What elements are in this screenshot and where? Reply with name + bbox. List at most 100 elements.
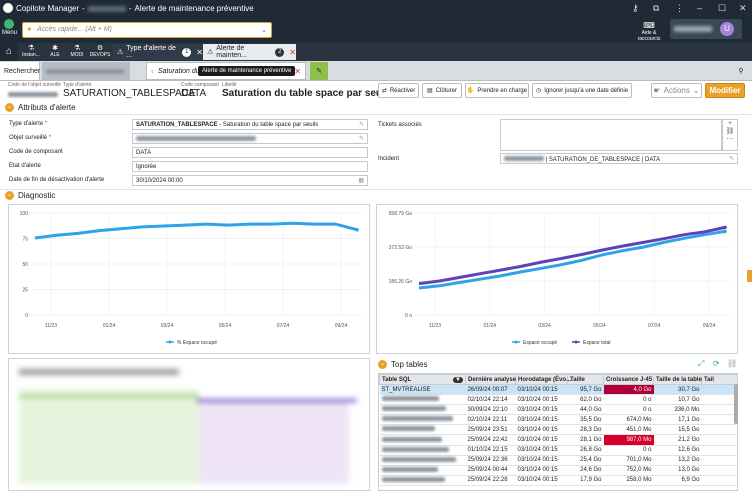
close-nav-tab-icon[interactable]: ✕ [294, 67, 301, 76]
table-row[interactable]: 01/10/24 22:15 03/10/24 00:15 26,8 Go 0 o 12… [379, 445, 737, 456]
doc-tab-type-alerte[interactable]: ⚠ Type d'alerte de ... 1 ✕ [113, 44, 203, 60]
side-handle[interactable] [747, 270, 752, 282]
table-row[interactable]: 30/09/24 22:10 03/10/24 00:15 44,0 Go 0 o 33… [379, 404, 737, 416]
link-icon[interactable]: ⛓ [727, 359, 737, 368]
prendre-en-charge-button[interactable]: ✋ Prendre en charge [465, 83, 529, 98]
cloturer-button[interactable]: ▤ Clôturer [422, 83, 462, 98]
cell-croissance: 701,0 Mo [603, 455, 654, 466]
objet-field[interactable]: ✎ [132, 133, 368, 144]
table-row[interactable]: 02/10/24 22:11 03/10/24 00:15 35,5 Go 674,0… [379, 414, 737, 426]
help-shortcuts-button[interactable]: ⌨ Aide & raccourcis [632, 21, 666, 42]
table-scrollbar[interactable] [734, 384, 738, 424]
cell-d2: 03/10/24 00:15 [515, 445, 568, 456]
reactiver-button[interactable]: ⇄ Réactiver [378, 83, 419, 98]
y-tick-label: 75 [22, 237, 28, 243]
x-tick-label: 05/24 [219, 323, 232, 329]
app-tab-modi[interactable]: ⚗ MODI [66, 43, 88, 61]
expand-icon[interactable]: ⤢ [698, 359, 704, 369]
search-tab[interactable]: Rechercher [0, 62, 40, 80]
series-line [418, 229, 726, 290]
cell-d1: 02/10/24 22:14 [465, 394, 516, 406]
blurred-table-name [381, 416, 453, 422]
cell-croissance: 987,0 Mo [603, 434, 654, 446]
x-tick-label: 09/24 [703, 323, 716, 329]
col-table-sql[interactable]: Table SQL ▼ [379, 374, 466, 385]
tree-icon[interactable]: ⚲ [730, 62, 748, 80]
table-row[interactable]: 25/09/24 22:42 03/10/24 00:15 28,1 Go 987,0… [379, 434, 737, 446]
app-tab-devops[interactable]: ⚙ DEVOPS [88, 43, 112, 61]
top-tables-toggle[interactable]: ⌄ Top tables [378, 360, 427, 369]
edit-icon[interactable]: ✎ [359, 135, 364, 142]
ignorer-button[interactable]: ◷ Ignorer jusqu'à une date définie [532, 83, 632, 98]
app-tab-instance[interactable]: ⚗ Instan... [20, 43, 42, 61]
table-row[interactable]: 25/09/24 00:44 03/10/24 00:15 24,6 Go 752,0… [379, 465, 737, 476]
close-window-button[interactable]: ✕ [739, 3, 747, 14]
close-tab-icon[interactable]: ✕ [289, 48, 296, 57]
x-tick-label: 03/24 [538, 323, 551, 329]
devops-icon: ⚙ [96, 45, 104, 52]
pin-button[interactable]: ✎ [310, 62, 328, 80]
nav-tab-blurred-2[interactable] [136, 62, 146, 80]
date-field[interactable]: 30/10/2024 00:00 ▦ [132, 175, 368, 186]
back-icon[interactable]: ‹ [151, 66, 154, 76]
add-icon[interactable]: + [723, 120, 737, 127]
chart-panel-percent: 0 25 50 75 100 11/23 01/24 03/24 05/24 07/24 09/24… [8, 204, 370, 354]
minimize-button[interactable]: – [697, 3, 702, 13]
cell-tail [701, 465, 737, 476]
modifier-button[interactable]: Modifier [705, 83, 745, 98]
hand-icon: ☛ [653, 86, 661, 95]
cell-table-sql [379, 434, 466, 446]
tickets-list[interactable] [500, 119, 722, 151]
nav-tab-blurred[interactable] [42, 62, 130, 80]
edit-icon[interactable]: ✎ [729, 155, 734, 162]
table-row[interactable]: 02/10/24 22:14 03/10/24 00:15 62,0 Go 0 o 10… [379, 394, 737, 406]
incident-field[interactable]: | SATURATION_DE_TABLESPACE | DATA ✎ [500, 153, 738, 164]
table-row[interactable]: 25/09/24 22:36 03/10/24 00:15 25,4 Go 701,0… [379, 455, 737, 466]
col-tail[interactable]: Tail [701, 374, 737, 385]
cell-table: 336,0 Mo [653, 404, 702, 416]
attributs-section-toggle[interactable]: ⌄ Attributs d'alerte [5, 103, 76, 112]
home-button[interactable]: ⌂ [0, 43, 18, 61]
x-tick-label: 11/23 [45, 323, 57, 329]
table-row[interactable]: ST_MVTREALISE 26/09/24 00:07 03/10/24 00:1… [379, 384, 737, 396]
more-icon[interactable]: ⋮ [675, 3, 684, 14]
table-row[interactable]: 25/09/24 23:51 03/10/24 00:15 28,3 Go 451,0… [379, 424, 737, 436]
more-icon[interactable]: ⋯ [723, 135, 737, 143]
quick-access-search[interactable]: ✦ Accès rapide... (Alt + M) ⌄ [22, 22, 272, 38]
window-titlebar: Copilote Manager - - Alerte de maintenan… [0, 0, 752, 17]
document-icon: ⚠ [207, 49, 214, 56]
menu-button[interactable]: Menu [2, 19, 17, 36]
etat-field[interactable]: Ignorée [132, 161, 368, 172]
blurred-table-name [381, 396, 439, 402]
actions-dropdown[interactable]: ☛ Actions ⌄ [651, 83, 702, 98]
type-alerte-field[interactable]: SATURATION_TABLESPACE - Saturation du ta… [132, 119, 368, 130]
table-row[interactable]: 25/09/24 22:28 03/10/24 00:15 17,9 Go 258,0… [379, 475, 737, 486]
diagnostic-section-toggle[interactable]: ⌄ Diagnostic [5, 191, 55, 200]
chevron-down-icon[interactable]: ⌄ [261, 26, 267, 34]
edit-icon[interactable]: ✎ [359, 121, 364, 128]
app-tab-ale[interactable]: ✱ ALE [44, 43, 66, 61]
col-taille[interactable]: Taille [567, 374, 604, 385]
pin-icon: ✎ [316, 68, 322, 75]
extension-icon[interactable]: ⧉ [653, 3, 659, 14]
col-taille-table[interactable]: Taille de la table [653, 374, 702, 385]
cell-d1: 25/09/24 00:44 [465, 465, 516, 476]
key-icon[interactable]: ⚷ [632, 3, 639, 14]
cell-table: 6,9 Go [653, 475, 702, 486]
col-derniere-analyse[interactable]: Dernière analyse [465, 374, 516, 385]
col-horodatage[interactable]: Horodatage (Évo... [515, 374, 571, 385]
cell-table-sql [379, 465, 466, 476]
objet-label: Objet surveillé * [9, 135, 52, 141]
maximize-button[interactable]: ☐ [718, 3, 726, 14]
y-tick-label: 0 o [405, 313, 412, 319]
user-card[interactable]: U [670, 19, 742, 39]
refresh-icon[interactable]: ⟳ [713, 359, 720, 368]
close-tab-icon[interactable]: ✕ [196, 48, 203, 57]
filter-icon[interactable]: ▼ [453, 376, 463, 383]
col-croissance[interactable]: Croissance J-45 [603, 374, 654, 385]
calendar-icon[interactable]: ▦ [358, 177, 364, 184]
link-icon[interactable]: ⛓ [723, 127, 737, 135]
composant-field[interactable]: DATA [132, 147, 368, 158]
cell-taille: 17,9 Go [567, 475, 604, 486]
doc-tab-alerte-maintenance[interactable]: ⚠ Alerte de mainten... 2 ✕ [203, 44, 296, 60]
